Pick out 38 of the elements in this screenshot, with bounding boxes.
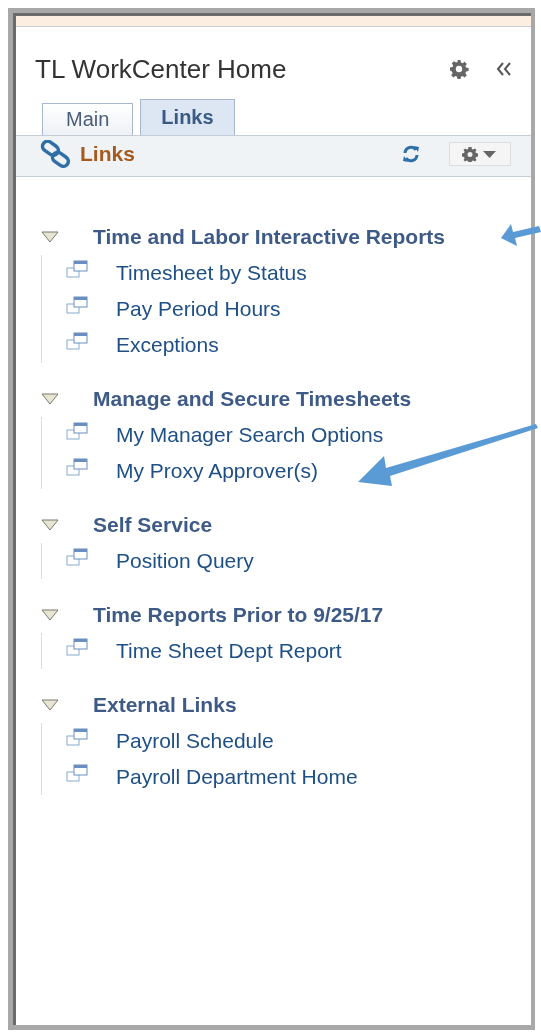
new-window-icon (66, 260, 88, 278)
section-heading[interactable]: Manage and Secure Timesheets (93, 387, 412, 411)
collapse-icon[interactable] (495, 61, 513, 77)
expand-triangle-icon[interactable] (41, 519, 59, 531)
section-heading[interactable]: Time Reports Prior to 9/25/17 (93, 603, 384, 627)
report-link[interactable]: My Proxy Approver(s) (116, 459, 318, 483)
report-link[interactable]: Payroll Schedule (116, 729, 274, 753)
report-link[interactable]: Time Sheet Dept Report (116, 639, 342, 663)
expand-triangle-icon[interactable] (41, 393, 59, 405)
new-window-icon (66, 728, 88, 746)
settings-icon[interactable] (449, 59, 469, 79)
options-button[interactable] (449, 142, 511, 166)
tab[interactable]: Links (140, 99, 235, 135)
refresh-icon[interactable] (401, 144, 421, 164)
new-window-icon (66, 764, 88, 782)
new-window-icon (66, 422, 88, 440)
new-window-icon (66, 332, 88, 350)
report-link[interactable]: Pay Period Hours (116, 297, 281, 321)
chain-link-icon (40, 140, 72, 168)
expand-triangle-icon[interactable] (41, 699, 59, 711)
report-link[interactable]: Timesheet by Status (116, 261, 307, 285)
report-link[interactable]: Payroll Department Home (116, 765, 358, 789)
report-link[interactable]: Exceptions (116, 333, 219, 357)
section-heading[interactable]: External Links (93, 693, 237, 717)
section-heading[interactable]: Self Service (93, 513, 213, 537)
report-link[interactable]: Position Query (116, 549, 254, 573)
expand-triangle-icon[interactable] (41, 231, 59, 243)
new-window-icon (66, 548, 88, 566)
new-window-icon (66, 458, 88, 476)
section-heading[interactable]: Time and Labor Interactive Reports (93, 225, 446, 249)
links-heading: Links (80, 142, 136, 166)
tab[interactable]: Main (42, 103, 134, 135)
report-link[interactable]: My Manager Search Options (116, 423, 384, 447)
new-window-icon (66, 638, 88, 656)
new-window-icon (66, 296, 88, 314)
expand-triangle-icon[interactable] (41, 609, 59, 621)
gear-caret-icon (462, 146, 498, 162)
pagelet-title: TL WorkCenter Home (35, 53, 288, 85)
